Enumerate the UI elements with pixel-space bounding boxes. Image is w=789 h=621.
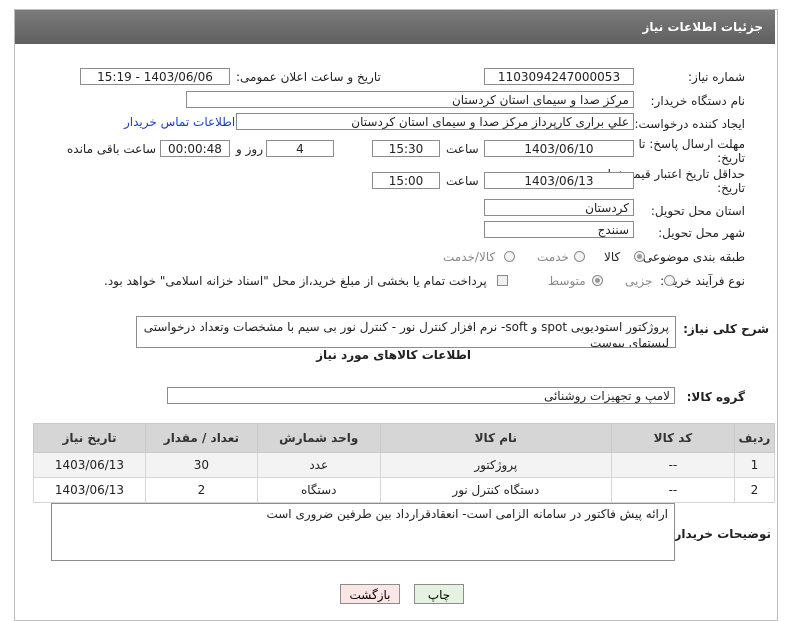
cell-name: دستگاه کنترل نور xyxy=(379,477,613,503)
creator-field: علي براری کارپرداز مرکز صدا و سیمای استا… xyxy=(236,113,634,130)
category-radio-goods-service[interactable] xyxy=(504,251,515,262)
back-button[interactable]: بازگشت xyxy=(340,584,400,604)
col-unit: واحد شمارش xyxy=(256,423,381,453)
title-bar: جزئیات اطلاعات نیاز xyxy=(15,10,775,44)
validity-time-field: 15:00 xyxy=(372,172,440,189)
cell-name: پروژکتور xyxy=(379,452,613,478)
col-date: تاریخ نیاز xyxy=(33,423,146,453)
buyer-notes-label: توضیحات خریدار: xyxy=(669,527,771,541)
deadline-label: مهلت ارسال پاسخ: تا xyxy=(638,137,745,151)
deadline-date-field: 1403/06/10 xyxy=(484,140,634,157)
page-title: جزئیات اطلاعات نیاز xyxy=(642,20,763,34)
validity-time-label: ساعت xyxy=(446,174,479,188)
buyer-notes-field: ارائه پیش فاکتور در سامانه الزامی است- ا… xyxy=(51,503,675,561)
cell-date: 1403/06/13 xyxy=(33,477,146,503)
cell-qty: 30 xyxy=(144,452,258,478)
goods-group-field: لامپ و تجهیزات روشنائی xyxy=(167,387,675,404)
cell-date: 1403/06/13 xyxy=(33,452,146,478)
days-field: 4 xyxy=(266,140,334,157)
days-label: روز و xyxy=(236,142,263,156)
category-radio-service[interactable] xyxy=(574,251,585,262)
cell-unit: عدد xyxy=(256,452,381,478)
cell-row: 1 xyxy=(733,452,776,478)
process-option-minor: جزیی xyxy=(625,274,653,288)
payment-note: پرداخت تمام یا بخشی از مبلغ خرید،از محل … xyxy=(104,274,487,288)
deadline-time-label: ساعت xyxy=(446,142,479,156)
category-radio-goods[interactable] xyxy=(634,251,645,262)
validity-date-field: 1403/06/13 xyxy=(484,172,634,189)
validity-label-date: تاریخ: xyxy=(717,181,745,195)
category-option-goods-service: کالا/خدمت xyxy=(443,250,496,264)
city-field: سنندج xyxy=(484,221,634,238)
cell-code: -- xyxy=(611,452,735,478)
buyer-label: نام دستگاه خریدار: xyxy=(650,94,746,108)
cell-qty: 2 xyxy=(144,477,258,503)
province-field: کردستان xyxy=(484,199,634,216)
province-label: استان محل تحویل: xyxy=(650,204,745,218)
table-row: 1 -- پروژکتور عدد 30 1403/06/13 xyxy=(33,452,776,478)
creator-label: ایجاد کننده درخواست: xyxy=(634,117,745,131)
contact-info-link[interactable]: اطلاعات تماس خریدار xyxy=(124,115,235,129)
need-number-field: 1103094247000053 xyxy=(484,68,634,85)
category-label: طبقه بندی موضوعی: xyxy=(638,250,745,264)
remaining-label: ساعت باقی مانده xyxy=(67,142,157,156)
process-radio-minor[interactable] xyxy=(664,275,675,286)
col-code: کد کالا xyxy=(611,423,735,453)
cell-unit: دستگاه xyxy=(256,477,381,503)
cell-code: -- xyxy=(611,477,735,503)
table-row: 2 -- دستگاه کنترل نور دستگاه 2 1403/06/1… xyxy=(33,477,776,503)
col-name: نام کالا xyxy=(379,423,613,453)
description-label: شرح کلی نیاز: xyxy=(683,322,769,336)
goods-section-title: اطلاعات کالاهای مورد نیاز xyxy=(316,348,471,362)
deadline-time-field: 15:30 xyxy=(372,140,440,157)
goods-table-header: ردیف کد کالا نام کالا واحد شمارش تعداد /… xyxy=(33,423,776,453)
city-label: شهر محل تحویل: xyxy=(658,226,745,240)
need-number-label: شماره نیاز: xyxy=(688,70,745,84)
print-button[interactable]: چاپ xyxy=(414,584,464,604)
col-qty: تعداد / مقدار xyxy=(144,423,258,453)
announce-field: 1403/06/06 - 15:19 xyxy=(80,68,230,85)
deadline-label-date: تاریخ: xyxy=(717,151,745,165)
buyer-field: مرکز صدا و سیمای استان کردستان xyxy=(186,91,634,108)
category-option-service: خدمت xyxy=(537,250,569,264)
col-row: ردیف xyxy=(733,423,776,453)
goods-table: ردیف کد کالا نام کالا واحد شمارش تعداد /… xyxy=(33,423,776,503)
process-radio-medium[interactable] xyxy=(592,275,603,286)
description-field: پروژکتور استودیویی spot و soft- نرم افزا… xyxy=(136,316,676,348)
goods-group-label: گروه کالا: xyxy=(686,390,745,404)
category-option-goods: کالا xyxy=(604,250,621,264)
remaining-time-field: 00:00:48 xyxy=(160,140,230,157)
process-option-medium: متوسط xyxy=(548,274,586,288)
announce-label: تاریخ و ساعت اعلان عمومی: xyxy=(236,70,381,84)
payment-treasury-checkbox[interactable] xyxy=(497,275,508,286)
cell-row: 2 xyxy=(733,477,776,503)
